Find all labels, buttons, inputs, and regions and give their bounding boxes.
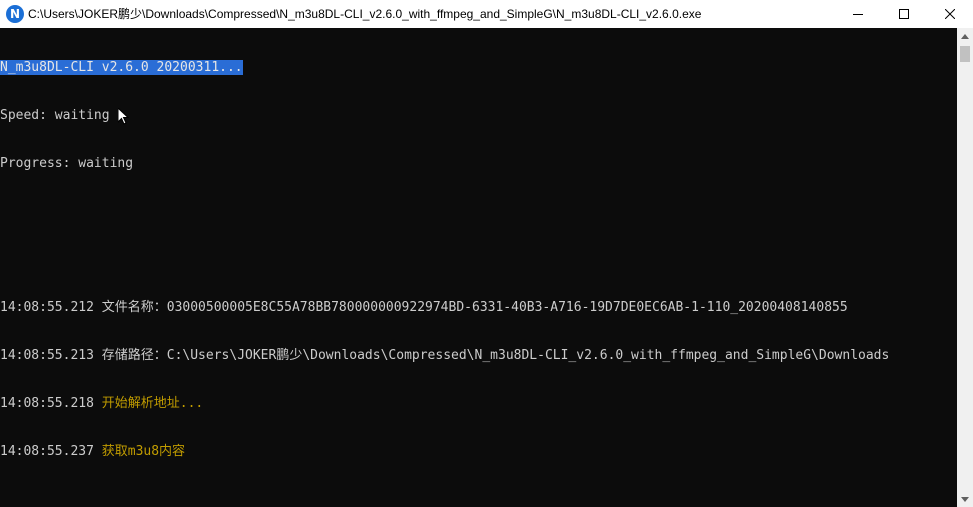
arrow-up-icon (961, 33, 969, 39)
maximize-icon (899, 9, 909, 19)
scroll-up-button[interactable] (957, 28, 973, 44)
scroll-down-button[interactable] (957, 491, 973, 507)
log-text: 获取m3u8内容 (101, 444, 186, 459)
minimize-icon (853, 14, 863, 15)
log-text: 存储路径：C:\Users\JOKER鹏少\Downloads\Compress… (101, 348, 890, 363)
arrow-down-icon (961, 496, 969, 502)
console-header-line: N_m3u8DL-CLI v2.6.0 20200311... (0, 60, 957, 76)
scrollbar-thumb[interactable] (960, 46, 970, 62)
close-button[interactable] (927, 0, 973, 28)
close-icon (945, 9, 955, 19)
title-bar[interactable]: N C:\Users\JOKER鹏少\Downloads\Compressed\… (0, 0, 973, 28)
console-output[interactable]: N_m3u8DL-CLI v2.6.0 20200311... Speed: w… (0, 28, 957, 507)
log-text: 开始解析地址... (101, 396, 204, 411)
maximize-button[interactable] (881, 0, 927, 28)
log-text: 文件名称：03000500005E8C55A78BB78000000092297… (101, 300, 848, 315)
log-time: 14:08:55.218 (0, 396, 94, 411)
log-line-fetch: 14:08:55.237 获取m3u8内容 (0, 444, 957, 460)
progress-line: Progress: waiting (0, 156, 134, 171)
window-controls (835, 0, 973, 28)
log-time: 14:08:55.212 (0, 300, 94, 315)
log-line-savepath: 14:08:55.213 存储路径：C:\Users\JOKER鹏少\Downl… (0, 348, 957, 364)
log-line-filename: 14:08:55.212 文件名称：03000500005E8C55A78BB7… (0, 300, 957, 316)
minimize-button[interactable] (835, 0, 881, 28)
log-time: 14:08:55.213 (0, 348, 94, 363)
log-time: 14:08:55.237 (0, 444, 94, 459)
mouse-cursor-icon (118, 108, 130, 125)
app-n-icon[interactable]: N (6, 5, 24, 23)
console-window: N C:\Users\JOKER鹏少\Downloads\Compressed\… (0, 0, 973, 507)
window-title: C:\Users\JOKER鹏少\Downloads\Compressed\N_… (28, 7, 702, 21)
log-line-parse: 14:08:55.218 开始解析地址... (0, 396, 957, 412)
vertical-scrollbar[interactable] (957, 28, 973, 507)
speed-line: Speed: waiting (0, 108, 110, 123)
selected-header-text: N_m3u8DL-CLI v2.6.0 20200311... (0, 60, 243, 75)
